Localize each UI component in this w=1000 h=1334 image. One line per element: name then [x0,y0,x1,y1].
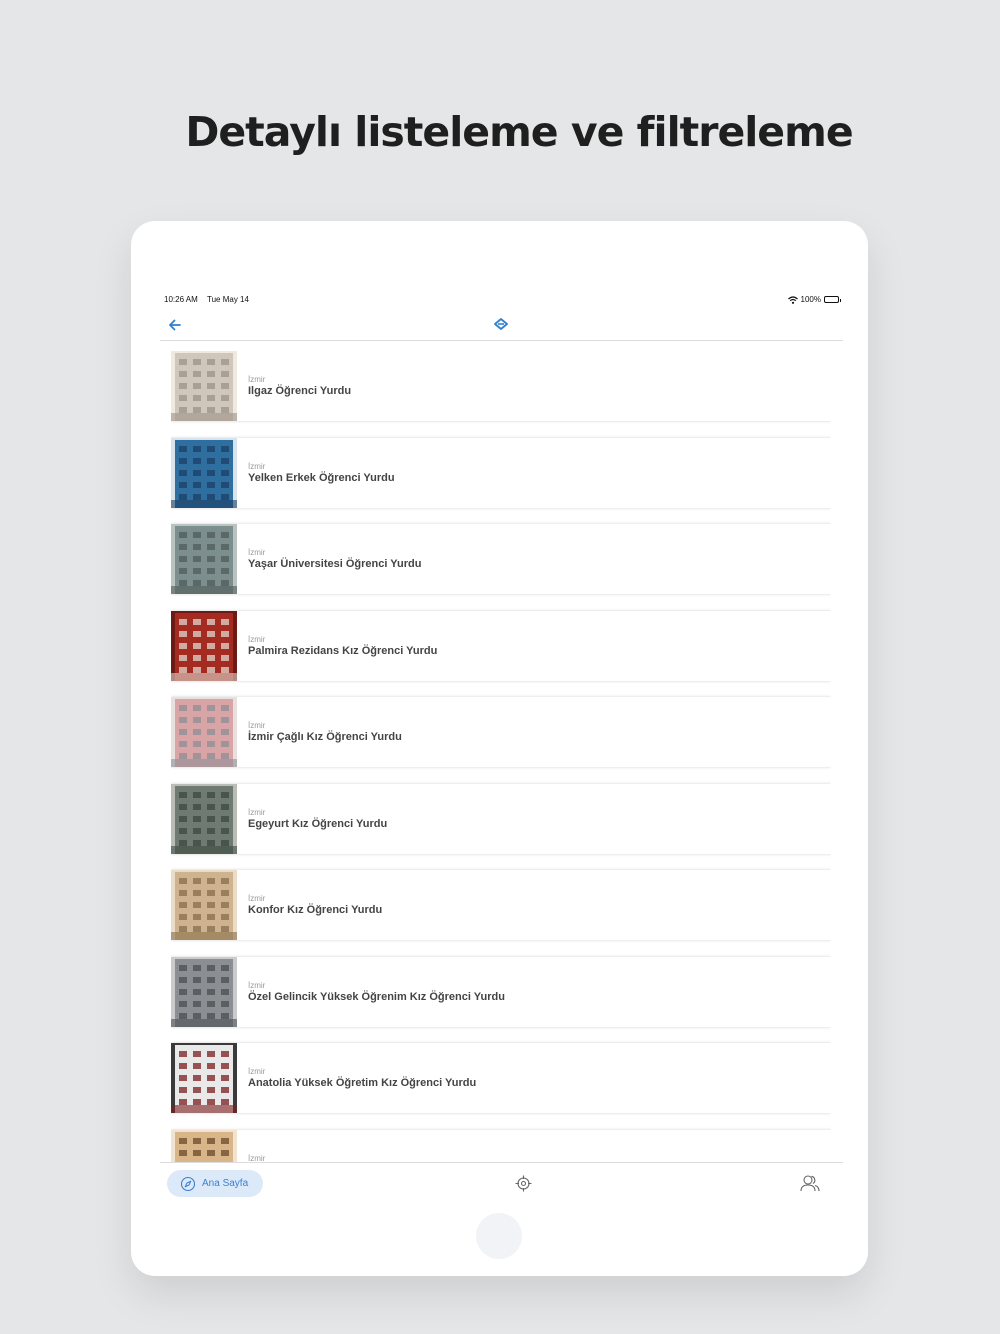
users-icon[interactable] [800,1174,820,1192]
building-photo [171,610,237,681]
building-photo [171,524,237,594]
item-name: Konfor Kız Öğrenci Yurdu [248,904,383,916]
home-button[interactable] [476,1213,522,1259]
list-item[interactable]: İzmir [171,1129,831,1163]
tab-bar: Ana Sayfa [160,1162,843,1212]
list-item[interactable]: İzmir Yelken Erkek Öğrenci Yurdu [171,437,831,508]
item-name: Palmira Rezidans Kız Öğrenci Yurdu [248,644,438,657]
item-city: İzmir [248,461,266,471]
list-item[interactable]: İzmir Yaşar Üniversitesi Öğrenci Yurdu [171,524,831,594]
item-name: İzmir Çağlı Kız Öğrenci Yurdu [248,731,402,743]
list-item[interactable]: İzmir Anatolia Yüksek Öğretim Kız Öğrenci… [171,1043,831,1113]
item-city: İzmir [248,375,266,384]
item-name: Ilgaz Öğrenci Yurdu [248,385,352,397]
list-item[interactable]: İzmir Ilgaz Öğrenci Yurdu [171,351,831,421]
status-bar: 10:26 AM Tue May 14 100% [164,295,841,307]
crosshair-icon[interactable] [515,1175,532,1192]
item-name: Yelken Erkek Öğrenci Yurdu [248,471,395,484]
list-item[interactable]: İzmir İzmir Çağlı Kız Öğrenci Yurdu [171,697,831,767]
status-time: 10:26 AM [164,295,198,304]
item-city: İzmir [248,980,266,990]
item-city: İzmir [248,634,266,644]
wifi-icon [787,295,798,304]
battery-icon [824,296,841,303]
room-photo [171,1043,237,1113]
arrow-left-icon[interactable] [167,317,183,333]
status-right: 100% [787,295,841,304]
tab-home-label: Ana Sayfa [202,1178,249,1189]
navbar [160,313,843,341]
building-photo [171,783,237,854]
compass-icon [180,1176,196,1191]
tab-home[interactable]: Ana Sayfa [167,1170,263,1197]
list-item[interactable]: İzmir Egeyurt Kız Öğrenci Yurdu [171,783,831,854]
building-photo [171,956,237,1027]
battery-percent: 100% [800,295,821,304]
room-photo [171,1129,237,1162]
item-city: İzmir [248,548,266,557]
item-city: İzmir [248,1067,266,1076]
item-city: İzmir [248,894,266,903]
list-item[interactable]: İzmir Palmira Rezidans Kız Öğrenci Yurdu [171,610,831,681]
tablet-frame: 10:26 AM Tue May 14 100% İzmir Ilgaz Öğre… [131,221,868,1276]
building-photo [171,697,237,767]
item-name: Egeyurt Kız Öğrenci Yurdu [248,817,388,830]
item-name: Anatolia Yüksek Öğretim Kız Öğrenci Yurd… [248,1077,477,1089]
item-city: İzmir [248,1153,266,1163]
dorm-list: İzmir Ilgaz Öğrenci Yurdu İzmir Yelken Erk… [171,351,831,1162]
headline: Detaylı listeleme ve filtreleme [185,108,853,156]
list-item[interactable]: İzmir Konfor Kız Öğrenci Yurdu [171,870,831,940]
list-item[interactable]: İzmir Özel Gelincik Yüksek Öğrenim Kız Öğ… [171,956,831,1027]
status-date: Tue May 14 [207,295,249,304]
item-city: İzmir [248,721,266,730]
building-photo [171,870,237,940]
room-photo [171,437,237,508]
filter-icon[interactable] [493,317,509,331]
item-city: İzmir [248,807,266,817]
item-name: Özel Gelincik Yüksek Öğrenim Kız Öğrenci… [248,990,505,1003]
item-name: Yaşar Üniversitesi Öğrenci Yurdu [248,558,422,570]
building-photo [171,351,237,421]
